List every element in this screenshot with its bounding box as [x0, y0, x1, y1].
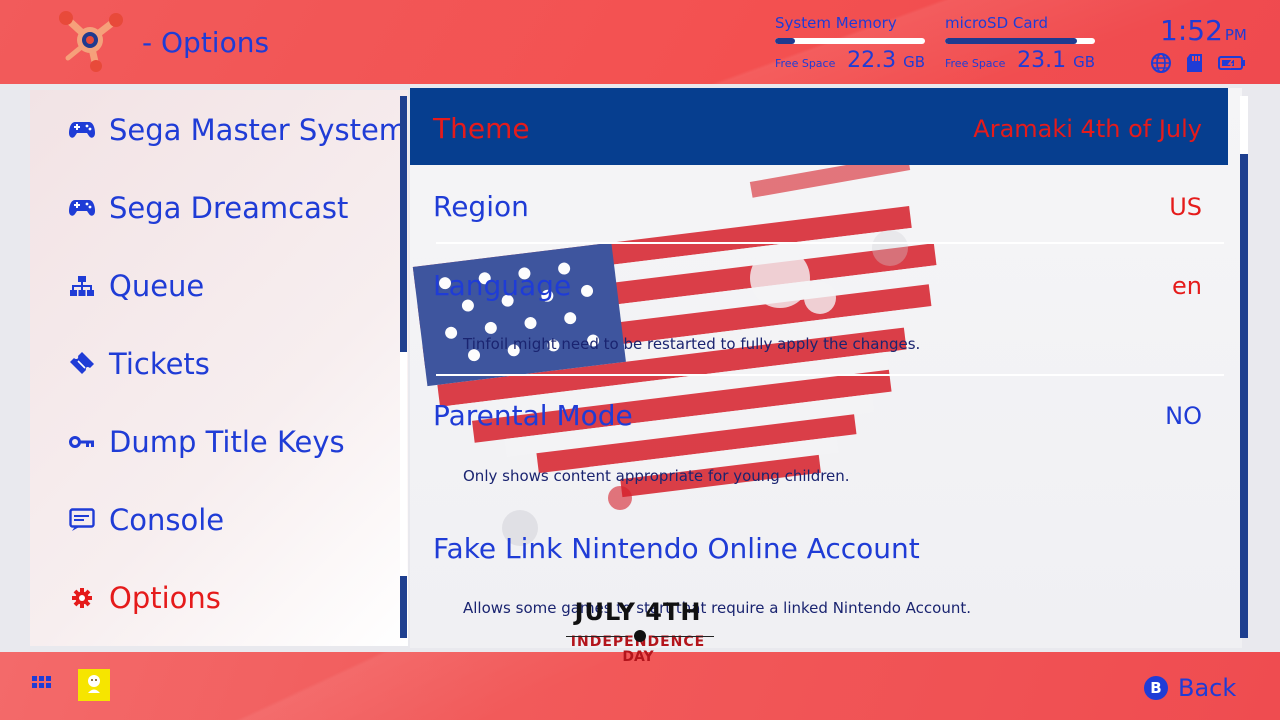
option-theme[interactable]: Theme Aramaki 4th of July — [410, 88, 1228, 165]
clock: 1:52 PM — [1160, 14, 1247, 47]
sd-card-icon — [1187, 54, 1202, 72]
badge-rule — [566, 636, 628, 637]
page-title: - Options — [142, 26, 270, 59]
sidebar-item-queue[interactable]: Queue — [68, 266, 204, 306]
key-icon — [68, 428, 96, 456]
option-description: Only shows content appropriate for young… — [463, 467, 850, 485]
storage-bar-fill — [945, 38, 1077, 44]
option-description: Allows some games to start that require … — [463, 599, 972, 617]
badge-rule — [652, 636, 714, 637]
battery-charging-icon — [1218, 56, 1245, 70]
gamepad-icon — [68, 116, 96, 144]
option-label: Fake Link Nintendo Online Account — [433, 532, 920, 565]
option-language[interactable]: Language en — [410, 245, 1228, 375]
option-label: Language — [433, 269, 572, 302]
option-value: NO — [1165, 402, 1202, 430]
sidebar-item-label: Queue — [109, 269, 205, 303]
tinfoil-logo-icon — [59, 11, 123, 72]
ticket-icon — [68, 350, 96, 378]
sidebar-item-label: Tickets — [109, 347, 210, 381]
option-description: Tinfoil might need to be restarted to fu… — [463, 335, 921, 353]
storage-label: microSD Card — [945, 14, 1048, 32]
options-scroll-thumb[interactable] — [1240, 154, 1248, 638]
sidebar-scroll-thumb[interactable] — [400, 96, 407, 352]
sidebar-item-sega-master-system[interactable]: Sega Master System — [68, 110, 407, 150]
sidebar-item-options[interactable]: Options — [68, 578, 221, 618]
sidebar-item-dump-title-keys[interactable]: Dump Title Keys — [68, 422, 345, 462]
b-button-icon: B — [1144, 676, 1168, 700]
storage-bar — [775, 38, 925, 44]
option-label: Theme — [433, 112, 530, 145]
back-label: Back — [1178, 674, 1237, 702]
storage-value: 22.3 GB — [847, 48, 925, 73]
storage-label: System Memory — [775, 14, 897, 32]
sidebar-scrollbar[interactable] — [400, 96, 407, 638]
console-icon — [68, 506, 96, 534]
option-value: US — [1169, 193, 1202, 221]
option-value: Aramaki 4th of July — [973, 115, 1202, 143]
sidebar-item-label: Sega Master System — [109, 113, 408, 147]
sidebar-item-label: Options — [109, 581, 221, 615]
sidebar-item-console[interactable]: Console — [68, 500, 224, 540]
back-button[interactable]: B Back — [1144, 674, 1236, 702]
sidebar-item-label: Console — [109, 503, 225, 537]
star-icon — [634, 630, 646, 642]
option-fake-link-nintendo-account[interactable]: Fake Link Nintendo Online Account — [410, 510, 1228, 640]
grid-icon[interactable] — [32, 676, 52, 692]
storage-bar-fill — [775, 38, 795, 44]
gear-icon — [68, 584, 96, 612]
option-value: en — [1172, 272, 1202, 300]
sd-card-status: microSD Card Free Space 23.1 GB — [945, 14, 1095, 73]
free-space-label: Free Space — [775, 57, 836, 70]
free-space-label: Free Space — [945, 57, 1006, 70]
sidebar-scroll-thumb-lower[interactable] — [400, 576, 407, 638]
option-label: Region — [433, 190, 529, 223]
option-region[interactable]: Region US — [410, 166, 1228, 244]
option-label: Parental Mode — [433, 399, 633, 432]
sidebar-item-tickets[interactable]: Tickets — [68, 344, 210, 384]
storage-bar — [945, 38, 1095, 44]
system-memory-status: System Memory Free Space 22.3 GB — [775, 14, 925, 73]
row-divider — [436, 242, 1224, 244]
clock-ampm: PM — [1224, 26, 1247, 44]
row-divider — [436, 374, 1224, 376]
sidebar-item-label: Sega Dreamcast — [109, 191, 349, 225]
clock-time: 1:52 — [1160, 14, 1223, 47]
status-icons — [1150, 52, 1246, 74]
user-avatar[interactable] — [78, 669, 110, 701]
storage-value: 23.1 GB — [1017, 48, 1095, 73]
globe-icon — [1151, 53, 1171, 73]
hierarchy-icon — [68, 272, 96, 300]
options-scrollbar[interactable] — [1240, 96, 1248, 638]
sidebar-item-sega-dreamcast[interactable]: Sega Dreamcast — [68, 188, 348, 228]
gamepad-icon — [68, 194, 96, 222]
badge-line-1: JULY 4TH — [574, 598, 702, 626]
option-parental-mode[interactable]: Parental Mode NO — [410, 377, 1228, 507]
sidebar-item-label: Dump Title Keys — [109, 425, 345, 459]
badge-line-3: DAY — [622, 649, 654, 665]
